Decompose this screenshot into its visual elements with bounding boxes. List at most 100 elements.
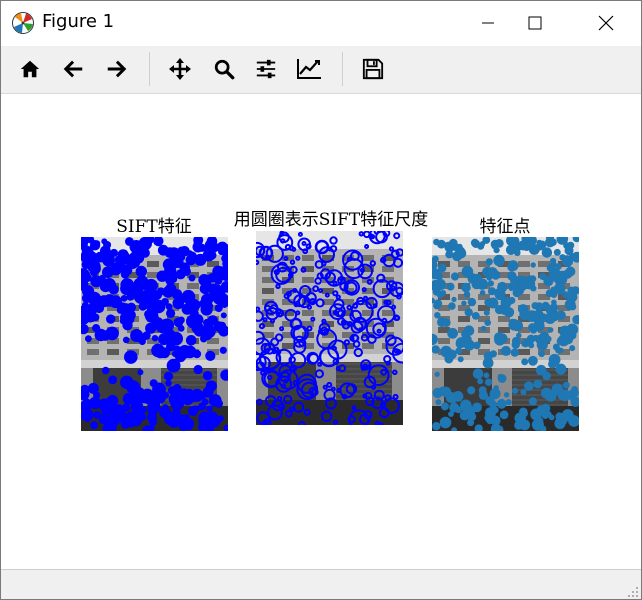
keypoint-marker: [471, 312, 480, 320]
keypoint-marker: [182, 420, 188, 427]
keypoint-marker: [440, 290, 447, 296]
toolbar-separator: [342, 52, 343, 86]
keypoint-marker: [518, 240, 529, 251]
keypoint-marker: [146, 412, 157, 423]
keypoint-marker: [177, 316, 185, 324]
subplots-button[interactable]: [248, 51, 284, 87]
keypoint-marker: [435, 399, 442, 406]
keypoint-marker: [496, 398, 507, 409]
window: [302, 255, 314, 261]
keypoint-marker: [163, 371, 174, 381]
resize-grip-icon[interactable]: [627, 586, 639, 598]
keypoint-marker: [567, 241, 575, 249]
home-button[interactable]: [12, 51, 48, 87]
keypoint-marker: [106, 420, 117, 431]
subplot-image-sift-scale-circles[interactable]: [256, 231, 403, 425]
keypoint-marker: [455, 347, 463, 355]
forward-button[interactable]: [98, 51, 134, 87]
figure-window: Figure 1 SIFT特征 用圆圈表示SIFT特征尺度 特征点: [0, 0, 642, 600]
keypoint-marker: [483, 351, 493, 361]
sliders-icon: [256, 59, 276, 79]
keypoint-marker: [162, 258, 176, 271]
keypoint-marker: [201, 398, 209, 406]
navigation-toolbar: [1, 46, 641, 94]
move-icon: [169, 58, 191, 80]
keypoint-marker: [487, 280, 494, 287]
keypoint-marker: [93, 411, 102, 419]
keypoint-marker: [460, 399, 472, 411]
keypoint-marker: [491, 270, 501, 280]
keypoint-marker: [566, 291, 578, 303]
keypoint-marker: [461, 329, 471, 339]
keypoint-marker: [202, 371, 213, 381]
keypoint-marker: [483, 309, 490, 316]
keypoint-marker: [183, 345, 197, 359]
keypoint-marker: [545, 305, 555, 315]
customize-button[interactable]: [291, 51, 327, 87]
keypoint-marker: [552, 343, 560, 351]
keypoint-marker: [500, 345, 511, 356]
keypoint-marker: [485, 407, 496, 419]
keypoint-marker: [484, 378, 493, 386]
building-photo: [256, 231, 403, 425]
keypoint-marker: [85, 335, 92, 343]
keypoint-marker: [108, 284, 119, 295]
keypoint-marker: [497, 374, 507, 383]
keypoint-marker: [500, 296, 512, 308]
keypoint-marker: [553, 282, 566, 295]
keypoint-marker: [110, 248, 118, 257]
window: [498, 327, 510, 333]
keypoint-marker: [507, 260, 519, 272]
keypoint-marker: [499, 410, 509, 420]
keypoint-marker: [553, 248, 561, 256]
figure-canvas[interactable]: SIFT特征 用圆圈表示SIFT特征尺度 特征点: [1, 94, 641, 569]
keypoint-marker: [101, 238, 108, 245]
keypoint-marker: [165, 380, 172, 387]
subplot-image-keypoints[interactable]: [432, 237, 579, 431]
keypoint-marker: [519, 276, 528, 285]
keypoint-marker: [445, 250, 454, 259]
close-button[interactable]: [583, 1, 629, 45]
keypoint-marker: [132, 387, 146, 401]
minimize-button[interactable]: [465, 1, 511, 45]
zoom-button[interactable]: [206, 51, 242, 87]
keypoint-marker: [219, 346, 227, 354]
keypoint-marker: [542, 371, 551, 381]
keypoint-marker: [485, 396, 495, 406]
keypoint-marker: [132, 330, 139, 337]
keypoint-marker: [111, 404, 126, 419]
keypoint-marker: [451, 296, 457, 302]
save-button[interactable]: [355, 51, 391, 87]
keypoint-marker: [503, 392, 510, 398]
keypoint-marker: [526, 334, 536, 344]
keypoint-marker: [464, 308, 473, 317]
keypoint-marker: [448, 411, 454, 417]
keypoint-marker: [540, 409, 548, 416]
keypoint-marker: [528, 355, 538, 366]
keypoint-marker: [526, 310, 538, 322]
keypoint-marker: [440, 263, 447, 270]
window: [147, 261, 159, 267]
keypoint-marker: [214, 399, 223, 408]
back-button[interactable]: [56, 51, 92, 87]
close-icon: [598, 15, 614, 31]
keypoint-marker: [533, 379, 543, 389]
ledge: [81, 360, 228, 368]
keypoint-marker: [503, 307, 515, 318]
pan-button[interactable]: [162, 51, 198, 87]
keypoint-marker: [94, 302, 104, 313]
keypoint-marker: [94, 240, 101, 247]
window-title: Figure 1: [42, 11, 115, 32]
window: [87, 349, 99, 355]
keypoint-marker: [493, 254, 505, 267]
subplot-image-sift-features[interactable]: [81, 237, 228, 431]
keypoint-marker: [455, 339, 465, 349]
keypoint-marker: [477, 378, 484, 385]
keypoint-marker: [440, 402, 449, 411]
keypoint-marker: [201, 328, 209, 336]
maximize-button[interactable]: [512, 1, 558, 45]
keypoint-marker: [434, 278, 446, 291]
keypoint-marker: [151, 343, 165, 358]
keypoint-marker: [93, 391, 101, 399]
window: [518, 349, 530, 355]
